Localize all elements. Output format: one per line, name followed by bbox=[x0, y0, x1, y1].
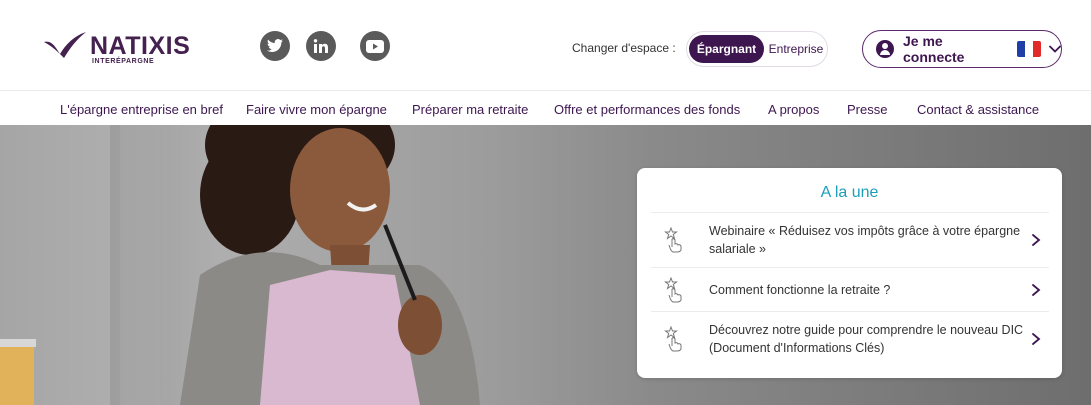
connect-label: Je me connecte bbox=[903, 33, 965, 65]
nav-item-presse[interactable]: Presse bbox=[847, 102, 887, 117]
chevron-right-icon bbox=[1032, 234, 1041, 246]
natixis-swoosh-icon bbox=[44, 32, 86, 58]
twitter-icon bbox=[267, 39, 283, 53]
youtube-link[interactable] bbox=[360, 31, 390, 61]
space-switch: Épargnant Entreprise bbox=[686, 31, 828, 67]
natixis-logo[interactable]: NATIXIS INTERÉPARGNE bbox=[42, 28, 202, 68]
space-option-epargnant[interactable]: Épargnant bbox=[689, 35, 764, 63]
nav-item-retraite[interactable]: Préparer ma retraite bbox=[412, 102, 528, 117]
news-item[interactable]: Découvrez notre guide pour comprendre le… bbox=[651, 311, 1049, 366]
nav-item-offre-fonds[interactable]: Offre et performances des fonds bbox=[554, 102, 740, 117]
news-item[interactable]: Comment fonctionne la retraite ? bbox=[651, 267, 1049, 311]
chevron-right-icon bbox=[1032, 333, 1041, 345]
site-header: NATIXIS INTERÉPARGNE Changer d'espace : … bbox=[0, 0, 1091, 90]
nav-item-a-propos[interactable]: A propos bbox=[768, 102, 819, 117]
main-nav: L'épargne entreprise en bref Faire vivre… bbox=[0, 90, 1091, 125]
youtube-icon bbox=[366, 39, 384, 53]
french-flag-icon bbox=[1017, 41, 1041, 57]
space-switch-label: Changer d'espace : bbox=[572, 41, 676, 55]
news-item[interactable]: Webinaire « Réduisez vos impôts grâce à … bbox=[651, 212, 1049, 267]
logo-brand: NATIXIS bbox=[90, 32, 191, 60]
tap-star-icon bbox=[664, 276, 682, 302]
news-card: A la une Webinaire « Réduisez vos impôts… bbox=[637, 168, 1062, 378]
logo-subtitle: INTERÉPARGNE bbox=[92, 58, 155, 65]
linkedin-icon bbox=[313, 39, 328, 53]
news-item-label: Comment fonctionne la retraite ? bbox=[709, 282, 891, 297]
news-title: A la une bbox=[820, 184, 879, 201]
chevron-right-icon bbox=[1032, 283, 1041, 296]
news-item-label: Découvrez notre guide pour comprendre le… bbox=[709, 323, 1024, 355]
connect-button[interactable]: Je me connecte bbox=[862, 30, 1062, 68]
tap-star-icon bbox=[664, 326, 682, 352]
nav-item-faire-vivre[interactable]: Faire vivre mon épargne bbox=[246, 102, 387, 117]
twitter-link[interactable] bbox=[260, 31, 290, 61]
user-icon bbox=[876, 40, 894, 58]
news-item-label: Webinaire « Réduisez vos impôts grâce à … bbox=[709, 224, 1021, 256]
nav-item-contact[interactable]: Contact & assistance bbox=[917, 102, 1039, 117]
space-option-entreprise[interactable]: Entreprise bbox=[766, 35, 826, 63]
tap-star-icon bbox=[664, 227, 682, 253]
hero-banner: A la une Webinaire « Réduisez vos impôts… bbox=[0, 125, 1091, 405]
nav-item-epargne-entreprise[interactable]: L'épargne entreprise en bref bbox=[60, 102, 223, 117]
linkedin-link[interactable] bbox=[306, 31, 336, 61]
chevron-down-icon bbox=[1049, 45, 1061, 53]
